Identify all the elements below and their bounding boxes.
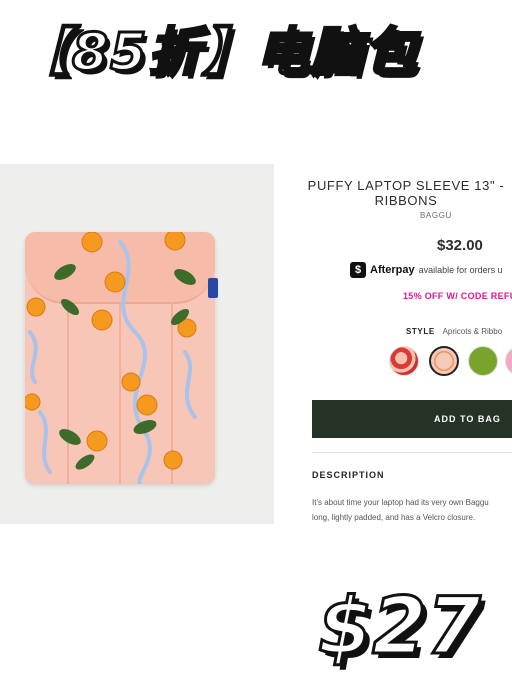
product-brand[interactable]: BAGGU (420, 211, 452, 220)
afterpay-brand: Afterpay (370, 264, 415, 276)
laptop-sleeve-illustration (25, 232, 215, 484)
sale-price-overlay: $27 (317, 581, 483, 674)
divider (312, 452, 512, 453)
style-swatch-green[interactable] (468, 346, 498, 376)
product-image[interactable] (0, 164, 274, 524)
style-label: STYLE (406, 327, 435, 336)
promo-code-text: 15% OFF W/ CODE REFU (403, 291, 512, 301)
style-selector-label: STYLE Apricots & Ribbo (406, 327, 512, 336)
afterpay-notice[interactable]: $ Afterpay available for orders u (350, 262, 512, 278)
style-value: Apricots & Ribbo (442, 327, 503, 336)
style-swatch-strawberry[interactable] (389, 346, 419, 376)
afterpay-icon: $ (350, 262, 366, 278)
style-swatch-apricots-ribbons[interactable] (429, 346, 459, 376)
sleeve-tab (208, 278, 218, 298)
promo-banner-title: 【85折】电脑包 (17, 22, 419, 85)
style-swatch-pink[interactable] (505, 346, 512, 376)
product-price: $32.00 (437, 237, 483, 254)
description-heading[interactable]: DESCRIPTION (312, 470, 385, 480)
add-to-bag-button[interactable]: ADD TO BAG (312, 400, 512, 438)
apricot-ribbon-pattern (25, 232, 197, 484)
description-line: long, lightly padded, and has a Velcro c… (312, 513, 476, 522)
description-text: It's about time your laptop had its very… (312, 495, 512, 525)
afterpay-text: available for orders u (418, 265, 503, 275)
description-line: It's about time your laptop had its very… (312, 498, 489, 507)
product-title: PUFFY LAPTOP SLEEVE 13" - RIBBONS (307, 178, 505, 208)
